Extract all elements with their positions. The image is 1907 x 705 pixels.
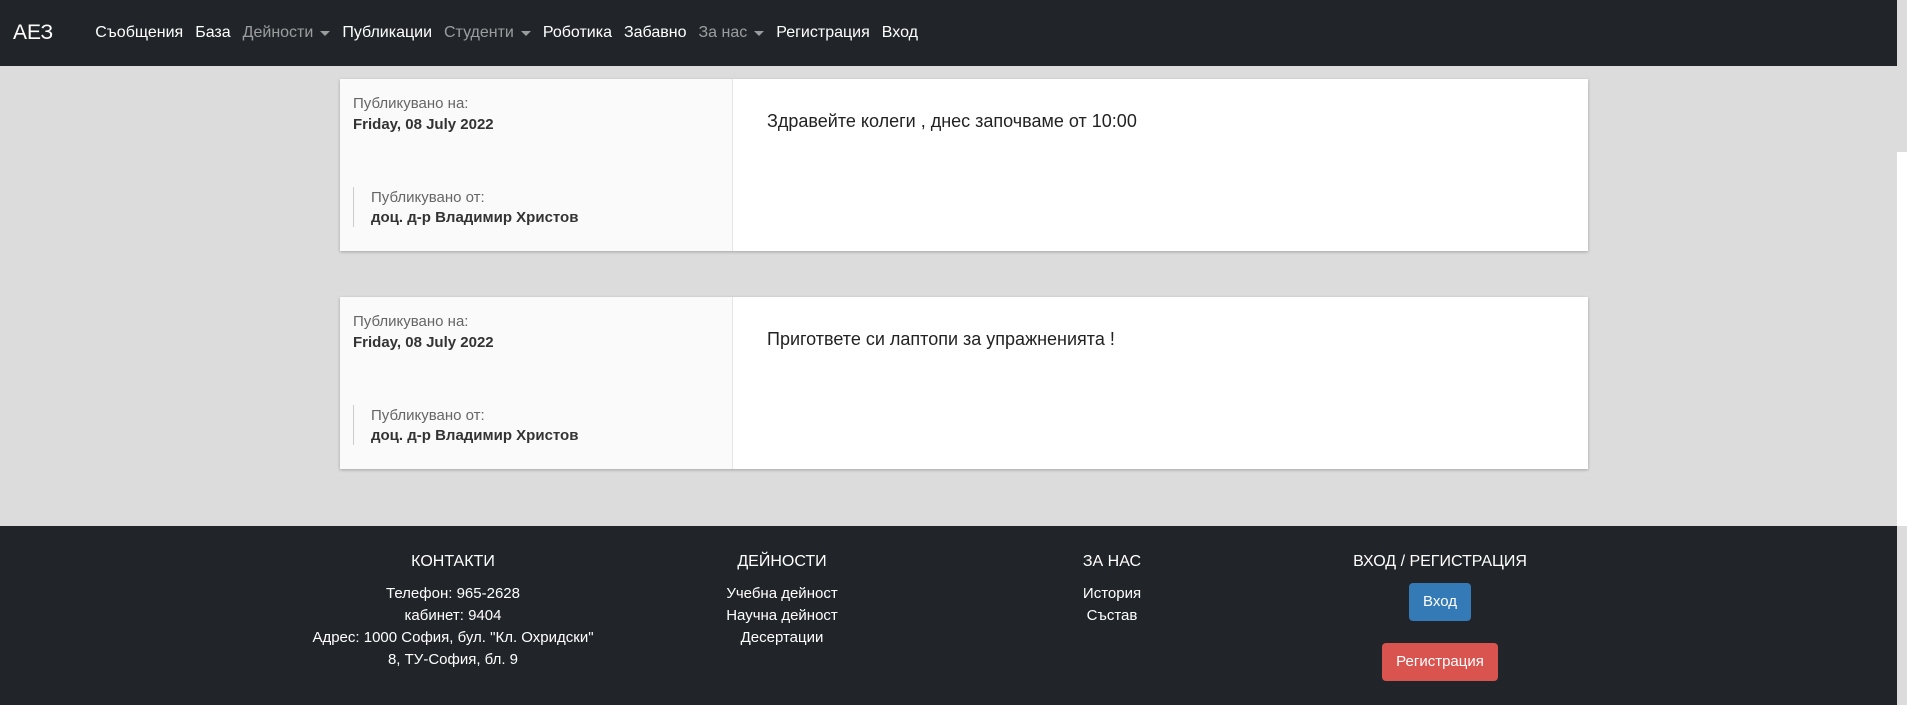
post-card: Публикувано на: Friday, 08 July 2022 Пуб… [340,79,1588,251]
footer-activities-title: ДЕЙНОСТИ [737,553,827,570]
author-block: Публикувано от: доц. д-р Владимир Христо… [353,405,578,445]
post-text: Здравейте колеги , днес започваме от 10:… [767,111,1137,131]
author-name: доц. д-р Владимир Христов [371,209,579,226]
chevron-down-icon [754,30,765,36]
published-by-label: Публикувано от: [371,407,485,424]
nav-register[interactable]: Регистрация [776,24,870,42]
footer-auth: ВХОД / РЕГИСТРАЦИЯ Вход Регистрация [1320,551,1560,681]
site-footer: КОНТАКТИ Телефон: 965-2628 кабинет: 9404… [0,526,1897,705]
brand-logo[interactable]: АЕЗ [13,21,53,45]
contact-phone: Телефон: 965-2628 [386,585,520,602]
contact-office: кабинет: 9404 [404,607,502,624]
nav-messages[interactable]: Съобщения [95,24,183,42]
nav-fun[interactable]: Забавно [624,24,687,42]
footer-contacts: КОНТАКТИ Телефон: 965-2628 кабинет: 9404… [300,551,606,671]
post-text: Пригответе си лаптопи за упражненията ! [767,329,1115,349]
published-on-label: Публикувано на: [353,95,469,112]
nav-students-dropdown[interactable]: Студенти [444,24,531,42]
scrollbar-thumb[interactable] [1897,152,1907,526]
nav-students-label: Студенти [444,24,514,41]
contact-address-cont: 8, ТУ-София, бл. 9 [387,651,519,668]
nav-login[interactable]: Вход [882,24,918,42]
footer-contacts-title: КОНТАКТИ [411,553,495,570]
register-button[interactable]: Регистрация [1382,643,1498,681]
footer-link-history[interactable]: История [1032,583,1192,605]
published-by-label: Публикувано от: [371,189,485,206]
footer-link-dissertations[interactable]: Десертации [682,627,882,649]
post-meta: Публикувано на: Friday, 08 July 2022 Пуб… [340,79,733,251]
login-button[interactable]: Вход [1409,583,1471,621]
post-meta: Публикувано на: Friday, 08 July 2022 Пуб… [340,297,733,469]
author-block: Публикувано от: доц. д-р Владимир Христо… [353,187,578,227]
nav-activities-dropdown[interactable]: Дейности [243,24,331,42]
post-card: Публикувано на: Friday, 08 July 2022 Пуб… [340,297,1588,469]
nav-about-label: За нас [698,24,748,41]
nav-activities-label: Дейности [242,24,314,41]
author-name: доц. д-р Владимир Христов [371,427,579,444]
footer-about-title: ЗА НАС [1082,553,1142,570]
top-navbar: АЕЗ Съобщения База Дейности Публикации С… [0,0,1897,66]
contact-address: Адрес: 1000 София, бул. "Кл. Охридски" [312,629,594,646]
footer-auth-title: ВХОД / РЕГИСТРАЦИЯ [1353,553,1527,570]
nav-about-dropdown[interactable]: За нас [698,24,765,42]
chevron-down-icon [320,30,331,36]
published-on-label: Публикувано на: [353,313,469,330]
footer-link-teaching[interactable]: Учебна дейност [682,583,882,605]
footer-about: ЗА НАС История Състав [1032,551,1192,627]
nav-publications[interactable]: Публикации [342,24,432,42]
footer-activities: ДЕЙНОСТИ Учебна дейност Научна дейност Д… [682,551,882,649]
published-date: Friday, 08 July 2022 [353,334,494,351]
published-date: Friday, 08 July 2022 [353,116,494,133]
footer-link-staff[interactable]: Състав [1032,605,1192,627]
footer-link-research[interactable]: Научна дейност [682,605,882,627]
chevron-down-icon [520,30,531,36]
nav-base[interactable]: База [195,24,230,42]
nav-robotics[interactable]: Роботика [543,24,612,42]
